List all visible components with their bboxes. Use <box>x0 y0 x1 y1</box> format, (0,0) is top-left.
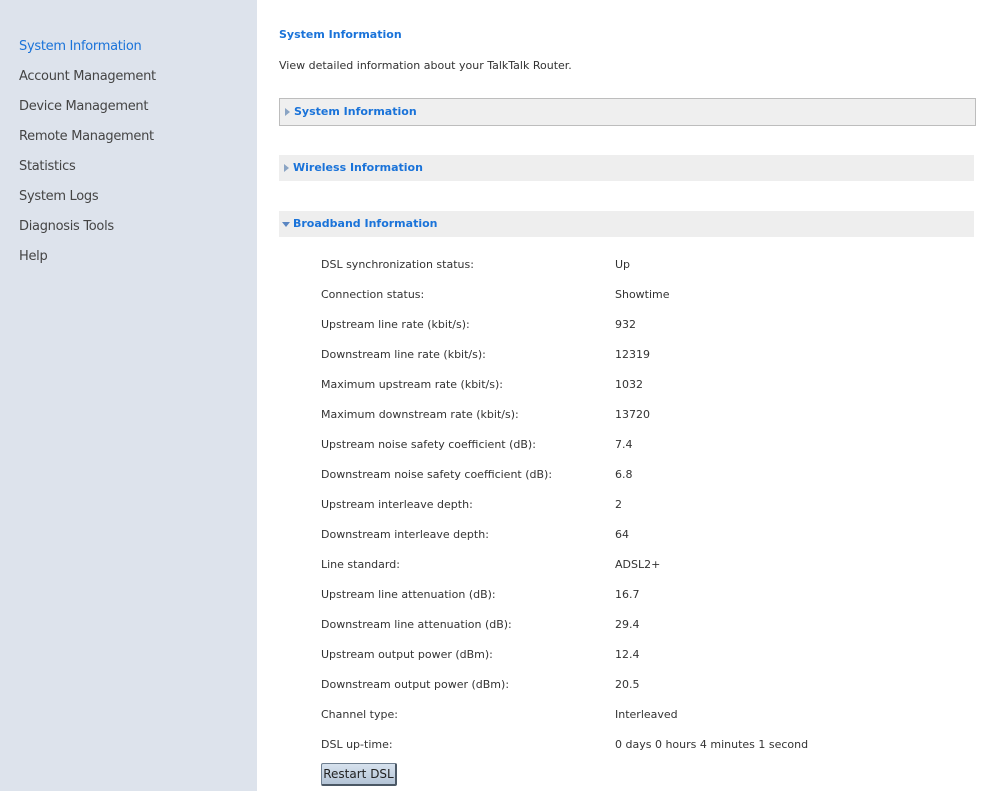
section-system-information[interactable]: System Information <box>279 98 976 126</box>
info-row-upstream-output-power: Upstream output power (dBm): 12.4 <box>321 648 961 664</box>
info-label: Channel type: <box>321 708 398 721</box>
info-label: DSL up-time: <box>321 738 393 751</box>
info-value: 20.5 <box>615 678 640 691</box>
info-label: Upstream output power (dBm): <box>321 648 493 661</box>
sidebar-item-statistics[interactable]: Statistics <box>19 159 76 174</box>
section-broadband-information[interactable]: Broadband Information <box>279 211 974 237</box>
info-label: Line standard: <box>321 558 400 571</box>
info-label: Connection status: <box>321 288 425 301</box>
info-row-downstream-output-power: Downstream output power (dBm): 20.5 <box>321 678 961 694</box>
chevron-down-icon <box>282 222 290 227</box>
info-label: Upstream noise safety coefficient (dB): <box>321 438 536 451</box>
page-title: System Information <box>279 28 402 41</box>
info-label: Downstream line rate (kbit/s): <box>321 348 486 361</box>
sidebar-item-system-logs[interactable]: System Logs <box>19 189 99 204</box>
info-row-upstream-line-rate: Upstream line rate (kbit/s): 932 <box>321 318 961 334</box>
info-value: 1032 <box>615 378 643 391</box>
info-value: 6.8 <box>615 468 633 481</box>
main-content: System Information View detailed informa… <box>257 0 998 791</box>
section-label: Wireless Information <box>293 161 423 174</box>
info-value: 29.4 <box>615 618 640 631</box>
info-value: 12.4 <box>615 648 640 661</box>
section-label: Broadband Information <box>293 217 438 230</box>
info-value: Showtime <box>615 288 670 301</box>
info-row-dsl-sync-status: DSL synchronization status: Up <box>321 258 961 274</box>
info-row-line-standard: Line standard: ADSL2+ <box>321 558 961 574</box>
info-value: 0 days 0 hours 4 minutes 1 second <box>615 738 809 751</box>
info-row-downstream-noise-margin: Downstream noise safety coefficient (dB)… <box>321 468 961 484</box>
sidebar-item-help[interactable]: Help <box>19 249 48 264</box>
info-value: 16.7 <box>615 588 640 601</box>
info-value: Interleaved <box>615 708 678 721</box>
info-label: Upstream line attenuation (dB): <box>321 588 496 601</box>
info-label: Upstream interleave depth: <box>321 498 473 511</box>
info-label: Downstream line attenuation (dB): <box>321 618 512 631</box>
info-row-connection-status: Connection status: Showtime <box>321 288 961 304</box>
info-row-downstream-interleave-depth: Downstream interleave depth: 64 <box>321 528 961 544</box>
chevron-right-icon <box>284 164 289 172</box>
chevron-right-icon <box>285 108 290 116</box>
info-value: 64 <box>615 528 629 541</box>
info-label: Downstream interleave depth: <box>321 528 489 541</box>
info-label: Downstream output power (dBm): <box>321 678 510 691</box>
sidebar-item-system-information[interactable]: System Information <box>19 39 142 54</box>
info-row-max-upstream-rate: Maximum upstream rate (kbit/s): 1032 <box>321 378 961 394</box>
info-row-max-downstream-rate: Maximum downstream rate (kbit/s): 13720 <box>321 408 961 424</box>
info-label: Maximum upstream rate (kbit/s): <box>321 378 503 391</box>
section-label: System Information <box>294 105 417 118</box>
info-value: Up <box>615 258 631 271</box>
info-label: DSL synchronization status: <box>321 258 474 271</box>
sidebar-item-account-management[interactable]: Account Management <box>19 69 156 84</box>
info-value: 932 <box>615 318 636 331</box>
info-row-dsl-uptime: DSL up-time: 0 days 0 hours 4 minutes 1 … <box>321 738 961 754</box>
info-row-channel-type: Channel type: Interleaved <box>321 708 961 724</box>
sidebar: System Information Account Management De… <box>0 0 257 791</box>
section-wireless-information[interactable]: Wireless Information <box>279 155 974 181</box>
info-row-upstream-noise-margin: Upstream noise safety coefficient (dB): … <box>321 438 961 454</box>
info-label: Downstream noise safety coefficient (dB)… <box>321 468 553 481</box>
info-value: 13720 <box>615 408 650 421</box>
info-label: Upstream line rate (kbit/s): <box>321 318 470 331</box>
info-row-upstream-attenuation: Upstream line attenuation (dB): 16.7 <box>321 588 961 604</box>
info-label: Maximum downstream rate (kbit/s): <box>321 408 519 421</box>
restart-dsl-button[interactable]: Restart DSL <box>321 763 397 786</box>
sidebar-item-diagnosis-tools[interactable]: Diagnosis Tools <box>19 219 114 234</box>
info-row-upstream-interleave-depth: Upstream interleave depth: 2 <box>321 498 961 514</box>
page-description: View detailed information about your Tal… <box>279 59 572 72</box>
sidebar-item-remote-management[interactable]: Remote Management <box>19 129 154 144</box>
info-value: 2 <box>615 498 622 511</box>
info-value: 12319 <box>615 348 650 361</box>
info-value: ADSL2+ <box>615 558 661 571</box>
sidebar-item-device-management[interactable]: Device Management <box>19 99 148 114</box>
info-row-downstream-attenuation: Downstream line attenuation (dB): 29.4 <box>321 618 961 634</box>
info-value: 7.4 <box>615 438 633 451</box>
info-row-downstream-line-rate: Downstream line rate (kbit/s): 12319 <box>321 348 961 364</box>
